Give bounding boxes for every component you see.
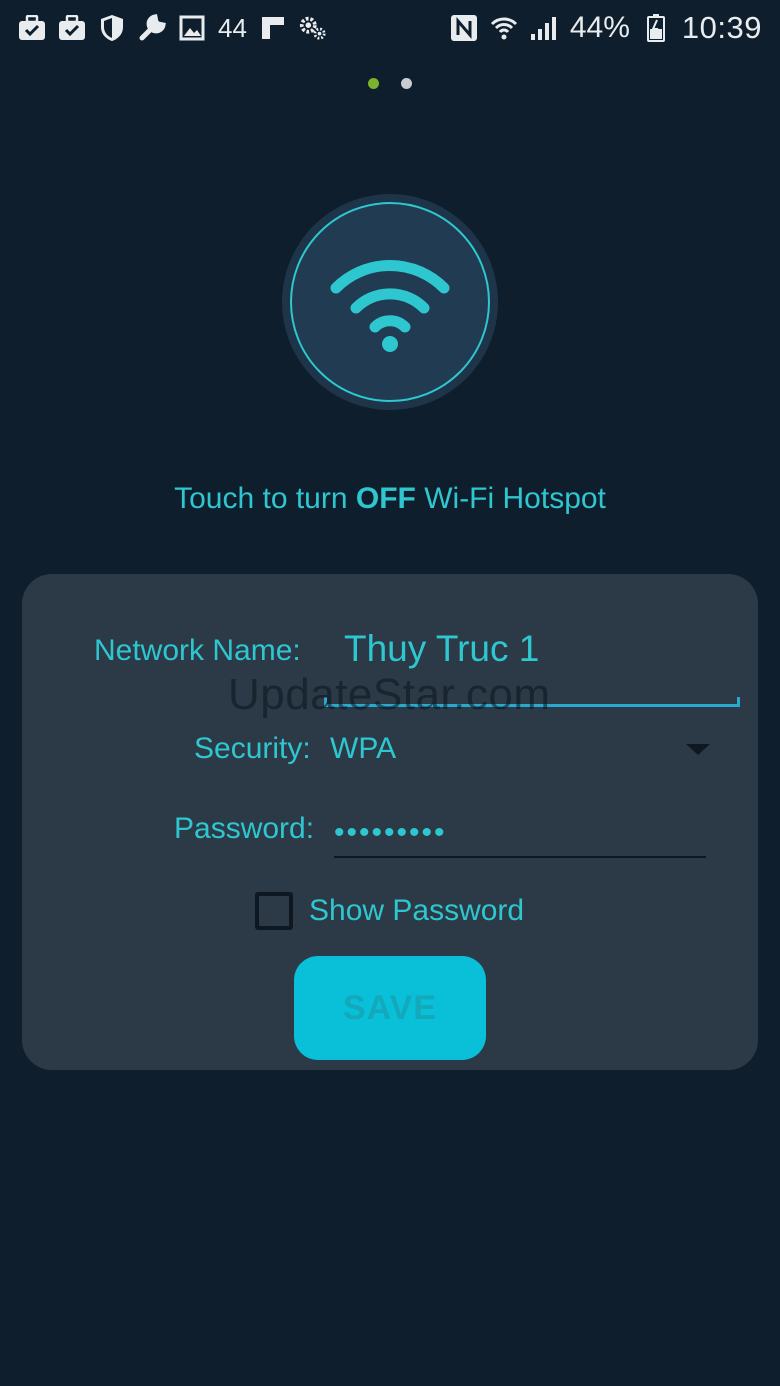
page-indicator bbox=[0, 78, 780, 89]
password-label: Password: bbox=[174, 812, 315, 845]
flipboard-icon bbox=[259, 14, 287, 42]
password-input[interactable] bbox=[334, 810, 706, 856]
security-label: Security: bbox=[194, 732, 311, 765]
image-icon bbox=[178, 14, 206, 42]
chevron-down-icon bbox=[686, 744, 710, 755]
status-bar: 44 44% 10:39 bbox=[0, 0, 780, 56]
battery-icon bbox=[642, 14, 670, 42]
hotspot-hint: Touch to turn OFF Wi-Fi Hotspot bbox=[0, 482, 780, 516]
network-name-input[interactable] bbox=[344, 624, 740, 674]
hint-prefix: Touch to turn bbox=[174, 482, 356, 515]
hint-suffix: Wi-Fi Hotspot bbox=[415, 482, 606, 515]
show-password-checkbox[interactable] bbox=[255, 892, 293, 930]
clock: 10:39 bbox=[681, 10, 762, 45]
briefcase-check-icon bbox=[18, 14, 46, 42]
battery-percent: 44% bbox=[569, 11, 630, 44]
page-dot-active[interactable] bbox=[368, 78, 379, 89]
security-value: WPA bbox=[330, 732, 397, 765]
gears-icon bbox=[299, 14, 327, 42]
network-name-label: Network Name: bbox=[94, 634, 301, 667]
status-bar-right: 44% 10:39 bbox=[450, 10, 762, 46]
shield-icon bbox=[98, 14, 126, 42]
wifi-icon bbox=[330, 260, 450, 352]
wrench-icon bbox=[138, 14, 166, 42]
password-underline bbox=[334, 856, 706, 858]
network-name-underline bbox=[324, 697, 740, 707]
notification-count: 44 bbox=[218, 12, 247, 43]
briefcase-check-icon bbox=[58, 14, 86, 42]
show-password-label[interactable]: Show Password bbox=[309, 894, 524, 928]
signal-icon bbox=[530, 14, 558, 42]
save-button[interactable]: SAVE bbox=[294, 956, 486, 1060]
hint-state: OFF bbox=[355, 482, 416, 515]
status-bar-left: 44 bbox=[18, 13, 327, 44]
hotspot-settings-card: Network Name: UpdateStar.com Security: W… bbox=[22, 574, 758, 1070]
wifi-icon bbox=[490, 14, 518, 42]
nfc-icon bbox=[450, 14, 478, 42]
watermark: UpdateStar.com bbox=[228, 670, 551, 719]
hotspot-toggle-inner bbox=[290, 202, 490, 402]
hotspot-toggle-button[interactable] bbox=[282, 194, 498, 410]
page-dot[interactable] bbox=[401, 78, 412, 89]
